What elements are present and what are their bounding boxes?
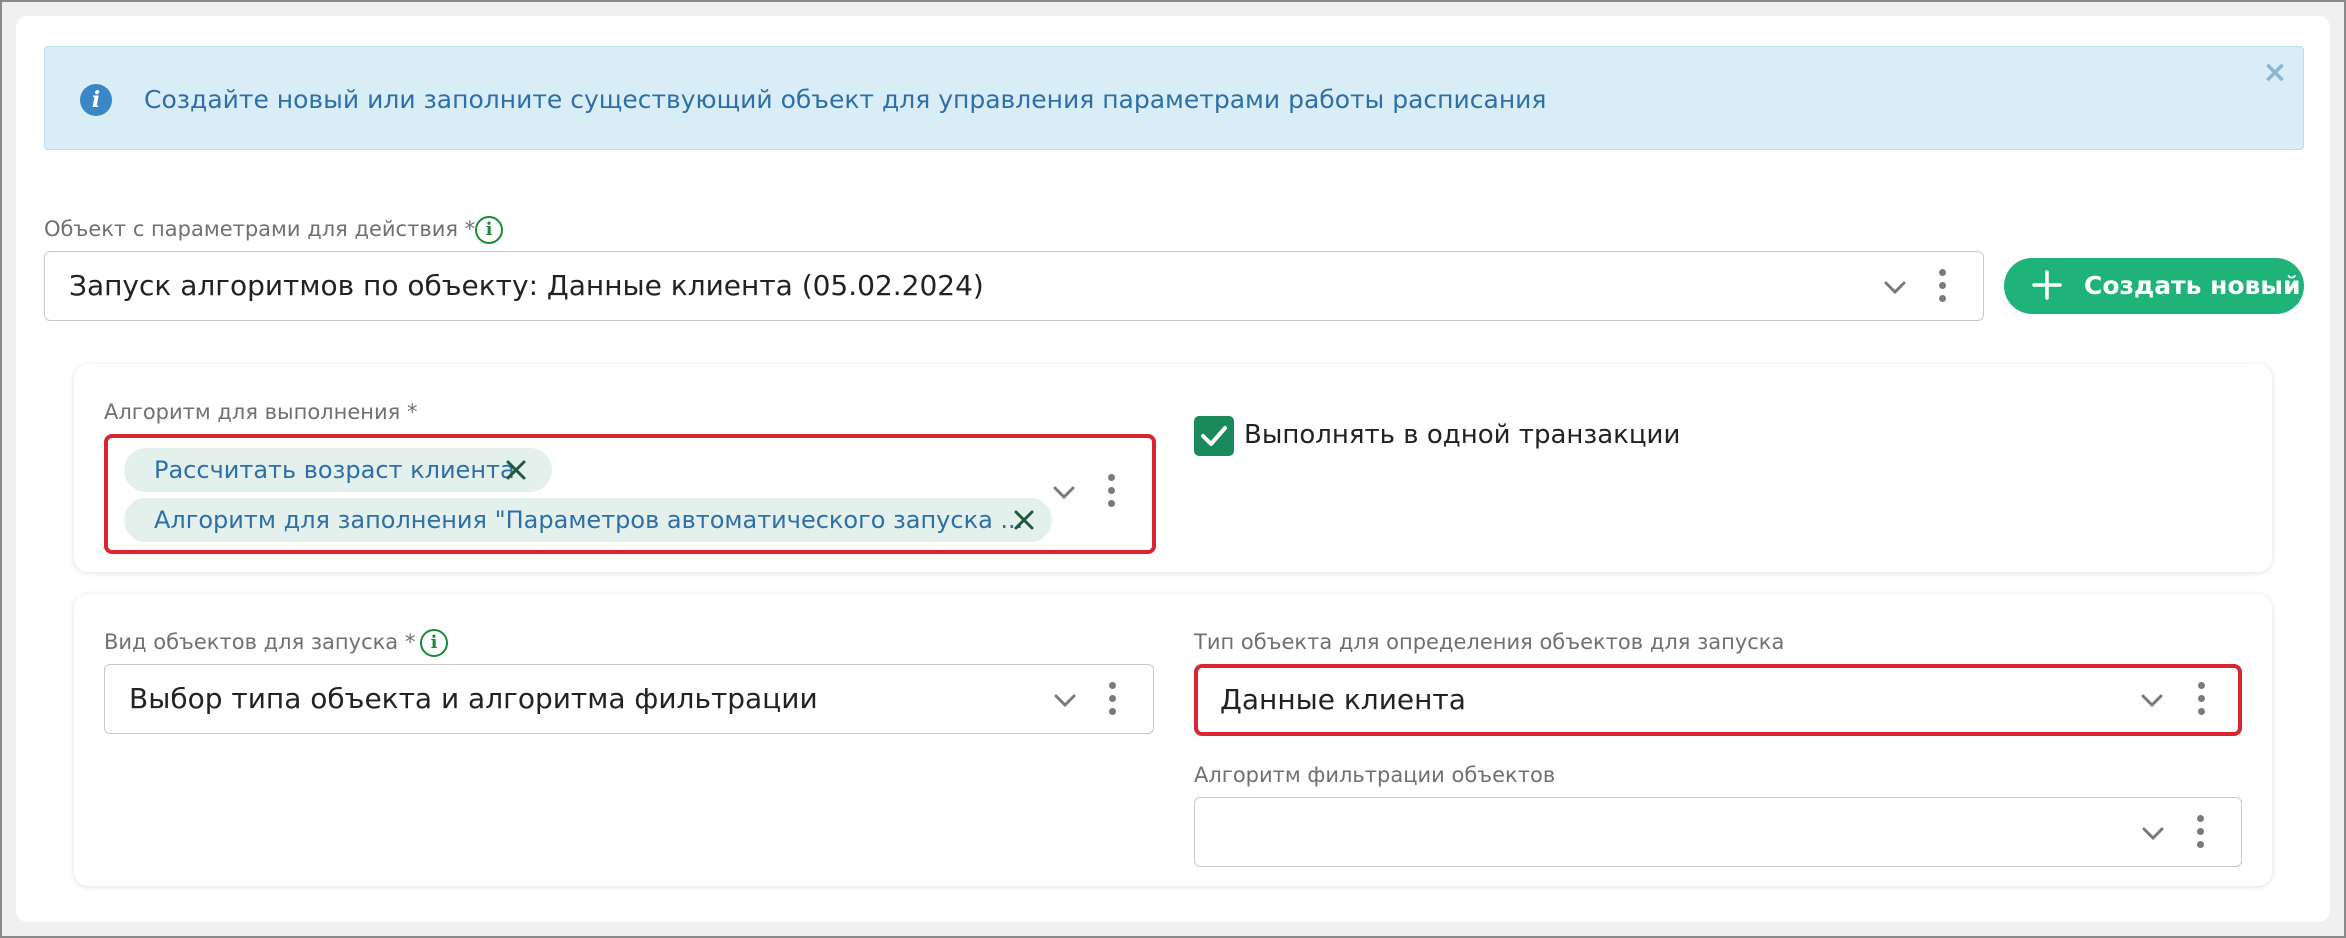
create-new-button[interactable]: Создать новый [2004, 258, 2304, 314]
single-transaction-checkbox[interactable] [1194, 416, 1234, 456]
chevron-down-icon[interactable] [1051, 686, 1079, 714]
filter-algorithm-label: Алгоритм фильтрации объектов [1194, 763, 1556, 787]
create-new-label: Создать новый [2084, 271, 2301, 300]
single-transaction-label: Выполнять в одной транзакции [1244, 420, 1681, 450]
chevron-down-icon[interactable] [1881, 273, 1909, 301]
objects-kind-label: Вид объектов для запуска * [104, 630, 416, 654]
objects-kind-select[interactable]: Выбор типа объекта и алгоритма фильтраци… [104, 664, 1154, 734]
chevron-down-icon[interactable] [2139, 819, 2167, 847]
more-options-icon[interactable] [1107, 682, 1117, 718]
params-object-label: Объект с параметрами для действия * [44, 217, 476, 241]
object-type-label: Тип объекта для определения объектов для… [1194, 630, 1785, 654]
params-object-value: Запуск алгоритмов по объекту: Данные кли… [69, 269, 984, 302]
objects-kind-value: Выбор типа объекта и алгоритма фильтраци… [129, 682, 818, 715]
more-options-icon[interactable] [2195, 815, 2205, 851]
close-icon[interactable]: × [2260, 58, 2290, 88]
info-icon[interactable]: i [420, 629, 448, 657]
filter-algorithm-select[interactable] [1194, 797, 2242, 867]
info-icon[interactable]: i [475, 216, 503, 244]
plus-icon [2032, 270, 2062, 300]
highlight-box [1194, 664, 2242, 736]
params-object-select[interactable]: Запуск алгоритмов по объекту: Данные кли… [44, 251, 1984, 321]
highlight-box [104, 434, 1156, 554]
algorithm-label: Алгоритм для выполнения * [104, 400, 418, 424]
info-icon: i [80, 84, 112, 116]
more-options-icon[interactable] [1937, 269, 1947, 305]
checkmark-icon [1201, 426, 1227, 446]
alert-message: Создайте новый или заполните существующи… [144, 85, 1547, 114]
